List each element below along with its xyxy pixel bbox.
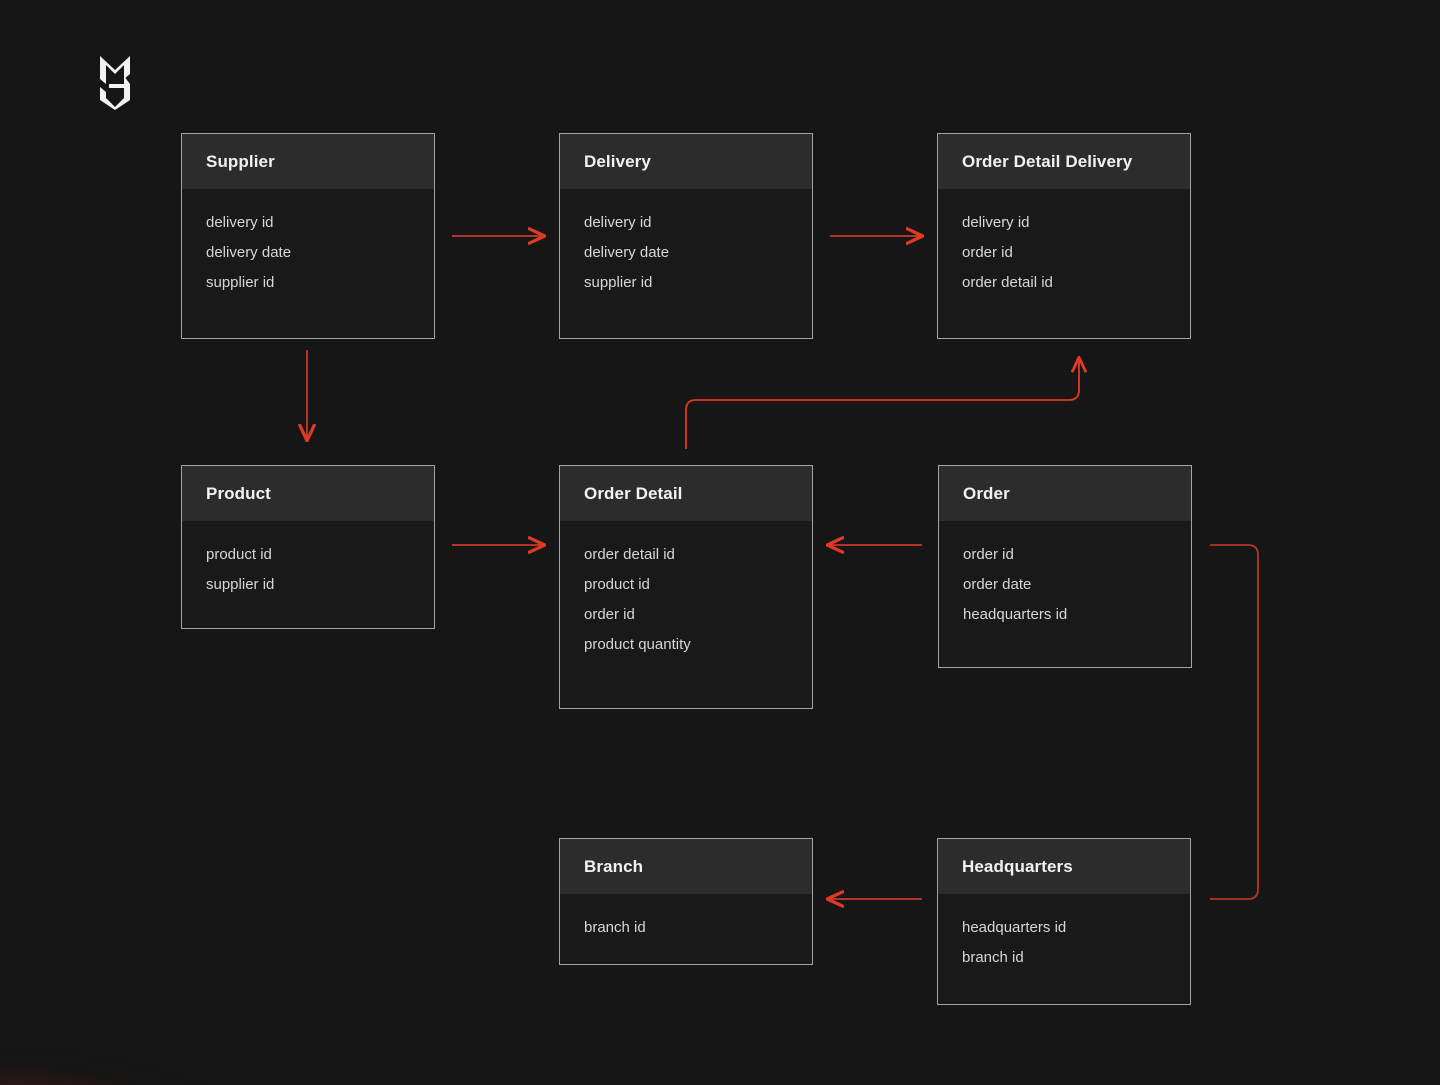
entity-delivery[interactable]: Delivery delivery id delivery date suppl…: [559, 133, 813, 339]
attribute: order id: [584, 606, 635, 623]
attribute: order id: [962, 244, 1013, 261]
entity-attributes: headquarters id branch id: [938, 894, 1190, 985]
background-glow: [0, 620, 580, 1085]
entity-title: Supplier: [206, 151, 275, 171]
entity-supplier[interactable]: Supplier delivery id delivery date suppl…: [181, 133, 435, 339]
entity-title: Order: [963, 483, 1010, 503]
entity-header: Order Detail: [560, 466, 812, 521]
entity-order-detail[interactable]: Order Detail order detail id product id …: [559, 465, 813, 709]
attribute: delivery id: [206, 214, 274, 231]
attribute: order detail id: [584, 546, 675, 563]
background-glow-core: [0, 840, 460, 1085]
entity-title: Order Detail Delivery: [962, 151, 1133, 171]
entity-order-detail-delivery[interactable]: Order Detail Delivery delivery id order …: [937, 133, 1191, 339]
entity-attributes: delivery id delivery date supplier id: [560, 189, 812, 310]
entity-product[interactable]: Product product id supplier id: [181, 465, 435, 629]
entity-attributes: order detail id product id order id prod…: [560, 521, 812, 672]
attribute: order detail id: [962, 274, 1053, 291]
attribute: headquarters id: [963, 606, 1068, 623]
diagram-canvas: Supplier delivery id delivery date suppl…: [0, 0, 1440, 1085]
attribute: supplier id: [584, 274, 653, 291]
entity-attributes: order id order date headquarters id: [939, 521, 1191, 642]
attribute: order id: [963, 546, 1014, 563]
entity-branch[interactable]: Branch branch id: [559, 838, 813, 965]
attribute: delivery date: [206, 244, 292, 261]
entity-headquarters[interactable]: Headquarters headquarters id branch id: [937, 838, 1191, 1005]
entity-header: Order Detail Delivery: [938, 134, 1190, 189]
attribute: product quantity: [584, 636, 691, 653]
entity-attributes: branch id: [560, 894, 812, 955]
entity-order[interactable]: Order order id order date headquarters i…: [938, 465, 1192, 668]
attribute: supplier id: [206, 274, 275, 291]
entity-header: Order: [939, 466, 1191, 521]
entity-title: Order Detail: [584, 483, 683, 503]
entity-attributes: delivery id order id order detail id: [938, 189, 1190, 310]
attribute: branch id: [584, 919, 646, 936]
attribute: order date: [963, 576, 1032, 593]
attribute: delivery id: [962, 214, 1030, 231]
entity-header: Headquarters: [938, 839, 1190, 894]
entity-header: Supplier: [182, 134, 434, 189]
entity-title: Branch: [584, 856, 644, 876]
connector-order-to-headquarters: [1210, 544, 1259, 900]
attribute: branch id: [962, 949, 1024, 966]
attribute: product id: [206, 546, 272, 563]
entity-attributes: product id supplier id: [182, 521, 434, 612]
entity-title: Product: [206, 483, 271, 503]
entity-header: Delivery: [560, 134, 812, 189]
attribute: delivery date: [584, 244, 670, 261]
entity-header: Product: [182, 466, 434, 521]
attribute: product id: [584, 576, 650, 593]
attribute: headquarters id: [962, 919, 1067, 936]
connector-order-detail-to-order-detail-delivery: [685, 358, 1079, 449]
entity-header: Branch: [560, 839, 812, 894]
entity-attributes: delivery id delivery date supplier id: [182, 189, 434, 310]
ms-monogram-logo: [100, 56, 130, 110]
entity-title: Delivery: [584, 151, 651, 171]
attribute: supplier id: [206, 576, 275, 593]
attribute: delivery id: [584, 214, 652, 231]
entity-title: Headquarters: [962, 856, 1073, 876]
